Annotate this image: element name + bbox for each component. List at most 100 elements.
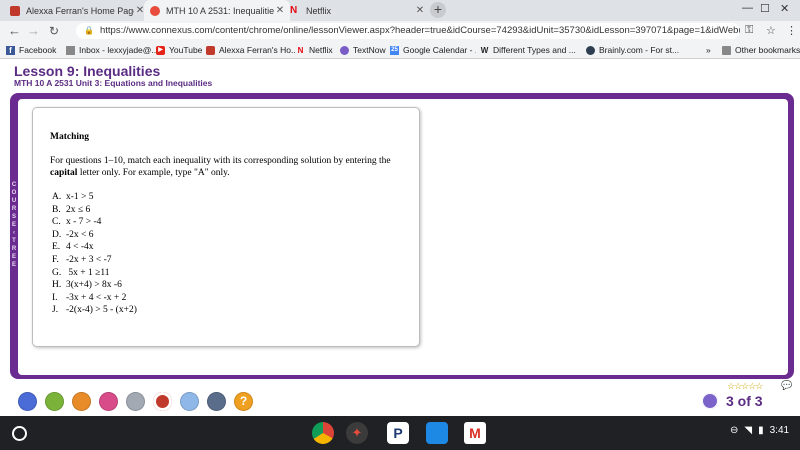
tab-home-page[interactable]: Alexxa Ferran's Home Page ✕ (4, 0, 150, 21)
matching-question-card: Matching For questions 1–10, match each … (32, 107, 420, 347)
bookmark-different-types[interactable]: W Different Types and ... (480, 43, 580, 57)
option-a: A. x-1 > 5 (52, 192, 94, 202)
option-d: D. -2x < 6 (52, 229, 94, 240)
notification-icon: ⊖ (730, 425, 739, 436)
lesson-subtitle: MTH 10 A 2531 Unit 3: Equations and Ineq… (14, 78, 213, 88)
bookmark-label: Facebook (19, 45, 57, 55)
bookmarks-bar: f Facebook Inbox - lexxyjade@... ▶ YouTu… (0, 41, 800, 59)
rating-stars[interactable]: ☆☆☆☆☆ (727, 381, 763, 392)
bookmark-label: Brainly.com - For st... (599, 45, 680, 55)
pandora-app-icon[interactable]: P (387, 422, 409, 444)
bookmark-brainly[interactable]: Brainly.com - For st... (586, 43, 696, 57)
brainly-icon (586, 45, 595, 55)
minimize-icon[interactable]: — (742, 2, 753, 14)
answer-options-list: A. x-1 > 5 B. 2x ≤ 6 C. x - 7 > -4 D. -2x < … (52, 191, 137, 317)
bookmark-label: Inbox - lexxyjade@... (79, 45, 156, 55)
reload-icon[interactable]: ↻ (49, 23, 59, 39)
help-icon[interactable]: ? (234, 392, 253, 411)
notes-icon[interactable] (180, 392, 199, 411)
pencil-icon[interactable] (99, 392, 118, 411)
option-f: F. -2x + 3 < -7 (52, 254, 112, 265)
files-app-icon[interactable] (426, 422, 448, 444)
page-icon (206, 45, 215, 55)
app-icon[interactable]: ✦ (346, 422, 368, 444)
forward-icon[interactable]: → (27, 23, 40, 39)
option-g: G. 5x + 1 ≥11 (52, 267, 110, 278)
netflix-icon: N (290, 4, 298, 16)
address-bar[interactable]: 🔒 https://www.connexus.com/content/chrome… (76, 23, 740, 39)
back-icon[interactable]: ← (8, 23, 21, 39)
bookmark-label: Netflix (309, 45, 333, 55)
resource-icon[interactable] (126, 392, 145, 411)
option-i: I. -3x + 4 < -x + 2 (52, 292, 127, 303)
question-instructions: For questions 1–10, match each inequalit… (50, 156, 391, 178)
calendar-icon: 25 (390, 45, 399, 55)
menu-icon[interactable]: ⋮ (786, 24, 797, 37)
chrome-app-icon[interactable] (312, 422, 334, 444)
bookmark-facebook[interactable]: f Facebook (6, 43, 62, 57)
status-area[interactable]: ⊖ ◥ ▮ 3:41 (730, 425, 795, 436)
bookmark-label: YouTube (169, 45, 203, 55)
bookmark-inbox[interactable]: Inbox - lexxyjade@... (66, 43, 156, 57)
printer-icon[interactable] (207, 392, 226, 411)
option-h: H. 3(x+4) > 8x -6 (52, 280, 122, 291)
tab-strip: Alexxa Ferran's Home Page ✕ MTH 10 A 253… (0, 0, 800, 21)
page-indicator: 3 of 3 (726, 393, 763, 409)
battery-icon: ▮ (758, 425, 764, 436)
option-b: B. 2x ≤ 6 (52, 204, 91, 215)
gmail-app-icon[interactable]: M (464, 422, 486, 444)
browser-toolbar: ← → ↻ 🔒 https://www.connexus.com/content/… (0, 21, 800, 41)
tab-inequalities[interactable]: MTH 10 A 2531: Inequalities - B ✕ (144, 0, 290, 21)
tab-title: MTH 10 A 2531: Inequalities - B (166, 5, 274, 16)
bookmark-label: Alexxa Ferran's Ho... (219, 45, 296, 55)
new-tab-button[interactable]: + (430, 2, 446, 18)
bookmark-label: TextNow (353, 45, 386, 55)
option-j: J. -2(x-4) > 5 - (x+2) (52, 305, 137, 316)
os-shelf: ✦ P M ⊖ ◥ ▮ 3:41 (0, 416, 800, 450)
key-icon[interactable]: ⚿ (745, 24, 753, 37)
tab-favicon (150, 5, 160, 16)
maximize-icon[interactable]: ☐ (760, 2, 770, 15)
launcher-icon[interactable] (12, 426, 27, 441)
check-icon[interactable] (18, 392, 37, 411)
option-c: C. x - 7 > -4 (52, 217, 102, 228)
address-url: https://www.connexus.com/content/chrome/… (99, 25, 740, 36)
target-icon[interactable] (153, 392, 172, 411)
folder-icon (722, 45, 731, 55)
comment-icon[interactable]: 💬 (781, 380, 792, 391)
option-e: E. 4 < -4x (52, 242, 94, 253)
star-icon[interactable]: ☆ (766, 24, 776, 37)
bookmark-home-page[interactable]: Alexxa Ferran's Ho... (206, 43, 296, 57)
tab-favicon (10, 5, 20, 16)
page-navigator: 3 of 3 (702, 393, 763, 409)
bookmark-other-bookmarks[interactable]: Other bookmarks (722, 43, 800, 57)
previous-page-button[interactable] (702, 393, 718, 409)
tab-title: Netflix (306, 5, 332, 16)
bookmark-google-calendar[interactable]: 25 Google Calendar - ... (390, 43, 476, 57)
clock: 3:41 (769, 425, 790, 436)
textnow-icon (340, 45, 349, 55)
lesson-bottom-bar: ? ☆☆☆☆☆ 💬 3 of 3 (0, 380, 800, 416)
tools-icon[interactable] (72, 392, 91, 411)
facebook-icon: f (6, 45, 15, 55)
question-heading: Matching (50, 132, 90, 142)
tab-netflix[interactable]: N Netflix ✕ (284, 0, 430, 21)
close-tab-icon[interactable]: ✕ (414, 5, 426, 16)
lesson-title: Lesson 9: Inequalities (14, 63, 161, 79)
lesson-content-area: Matching For questions 1–10, match each … (18, 99, 788, 375)
close-window-icon[interactable]: ✕ (780, 2, 789, 15)
bookmark-netflix[interactable]: N Netflix (296, 43, 346, 57)
wifi-icon: ◥ (744, 425, 753, 436)
bookmark-label: Google Calendar - ... (403, 45, 476, 55)
bookmark-label: Other bookmarks (735, 45, 800, 55)
leaf-icon[interactable] (45, 392, 64, 411)
bookmarks-overflow-button[interactable]: » (706, 43, 718, 57)
mail-icon (66, 45, 75, 55)
tab-title: Alexxa Ferran's Home Page (26, 5, 134, 16)
course-tree-tab[interactable]: C O U R S E ‹ T R E E (10, 181, 18, 269)
bookmark-label: Different Types and ... (493, 45, 576, 55)
lock-icon: 🔒 (84, 26, 94, 35)
netflix-icon: N (297, 45, 304, 55)
bookmark-textnow[interactable]: TextNow (340, 43, 390, 57)
youtube-icon: ▶ (156, 45, 165, 55)
